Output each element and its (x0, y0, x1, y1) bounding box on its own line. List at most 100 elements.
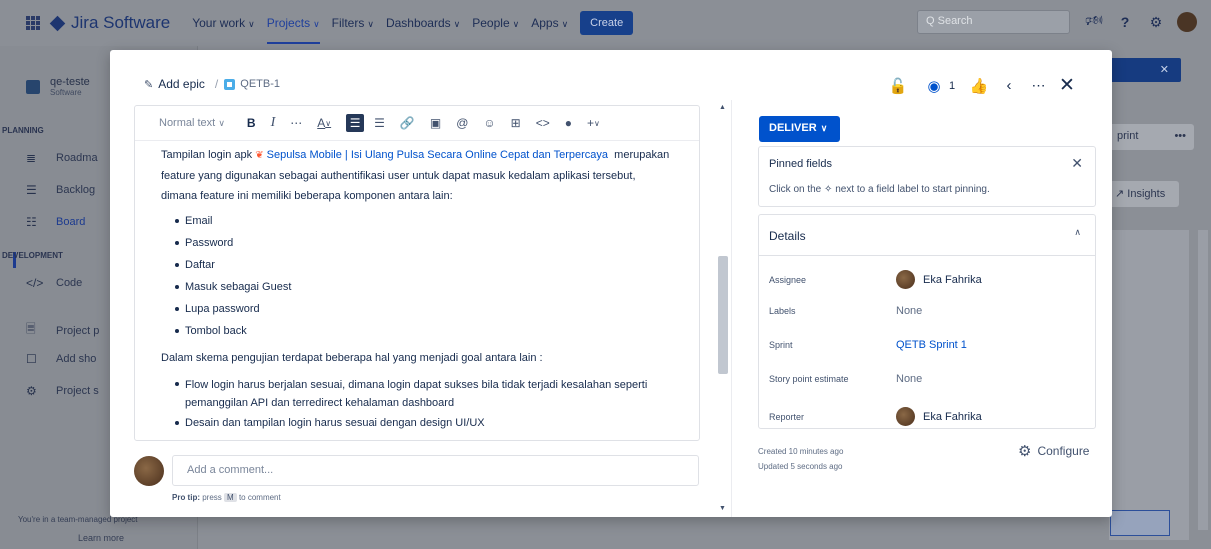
pinned-fields-message: Click on the ✧ next to a field label to … (769, 184, 990, 195)
list-item: Flow login harus berjalan sesuai, dimana… (175, 374, 673, 412)
editor-toolbar: Normal text ∨ B I ⋯ A ∨ ☰ ☰ 🔗 ▣ @ ☺ ⊞ <> … (135, 106, 699, 141)
gear-icon: ⚙ (1018, 443, 1032, 460)
keyboard-key: M (224, 493, 237, 502)
nav-dashboards[interactable]: Dashboards ∨ (386, 16, 460, 30)
close-pinned-icon[interactable]: ✕ (1071, 155, 1083, 172)
sidebar-item-board[interactable]: ☷ Board (26, 215, 85, 229)
mention-icon[interactable]: @ (456, 116, 468, 130)
background-banner: ✕ (1104, 58, 1181, 82)
close-icon[interactable]: ✕ (1057, 74, 1077, 97)
app-switcher-icon[interactable] (26, 16, 40, 30)
text-style-dropdown[interactable]: Normal text ∨ (159, 117, 225, 129)
editor-scrollbar-thumb[interactable] (718, 256, 728, 374)
scroll-down-arrow-icon[interactable]: ▼ (719, 505, 726, 512)
board-icon: ☷ (26, 215, 37, 229)
code-icon: </> (26, 276, 44, 290)
sidebar-item-project-settings[interactable]: ⚙ Project s (26, 384, 99, 398)
sidebar-item-backlog[interactable]: ☰ Backlog (26, 183, 95, 197)
profile-avatar[interactable] (1177, 12, 1197, 32)
nav-people[interactable]: People ∨ (472, 16, 519, 30)
lock-icon[interactable]: 🔓 (888, 77, 908, 95)
info-panel-icon[interactable]: ● (565, 116, 572, 130)
smart-link[interactable]: ❦ Sepulsa Mobile | Isi Ulang Pulsa Secar… (255, 149, 608, 161)
board-minimap[interactable] (1110, 510, 1170, 536)
nav-filters[interactable]: Filters ∨ (332, 16, 374, 30)
page-icon: 🗏 (26, 322, 36, 336)
nav-your-work[interactable]: Your work ∨ (192, 16, 255, 30)
text-color-button[interactable]: A ∨ (317, 116, 331, 130)
board-column (1109, 230, 1189, 540)
share-icon[interactable]: ‹ (999, 77, 1019, 94)
panel-divider (731, 100, 732, 517)
list-item: Password (175, 232, 673, 254)
project-type: Software (50, 88, 82, 97)
project-header[interactable]: qe-teste Software (26, 76, 90, 97)
jira-logo[interactable]: Jira Software (49, 13, 170, 33)
more-formatting-button[interactable]: ⋯ (290, 116, 302, 130)
pin-icon: ✧ (824, 184, 833, 195)
backlog-icon: ☰ (26, 183, 37, 197)
numbered-list-button[interactable]: ☰ (374, 116, 385, 130)
sidebar-item-add-shortcut[interactable]: ☐ Add sho (26, 352, 96, 366)
scroll-up-arrow-icon[interactable]: ▲ (719, 104, 726, 111)
created-timestamp: Created 10 minutes ago (758, 447, 844, 456)
nav-projects[interactable]: Projects ∨ (266, 16, 320, 44)
more-icon[interactable]: ••• (1174, 130, 1186, 144)
insights-icon: ↗ (1115, 188, 1125, 200)
image-icon[interactable]: ▣ (430, 116, 441, 130)
field-reporter: Reporter Eka Fahrika (769, 407, 982, 426)
emoji-icon[interactable]: ☺ (483, 116, 495, 130)
goals-list: Flow login harus berjalan sesuai, dimana… (175, 374, 673, 434)
comment-avatar (134, 456, 164, 486)
more-actions-icon[interactable]: ⋯ (1027, 77, 1051, 94)
sepulsa-favicon-icon: ❦ (255, 150, 264, 161)
list-item: Tombol back (175, 320, 673, 342)
list-item: Email (175, 210, 673, 232)
pro-tip: Pro tip: press M to comment (172, 493, 281, 502)
insert-more-icon[interactable]: + ∨ (587, 116, 600, 130)
details-title[interactable]: Details (769, 229, 806, 243)
thumbs-up-icon[interactable]: 👍 (969, 77, 989, 95)
notifications-icon[interactable]: 🕬 (1084, 12, 1104, 32)
reporter-avatar (896, 407, 915, 426)
development-section-label: DEVELOPMENT (2, 251, 63, 260)
description-content[interactable]: Tampilan login apk ❦ Sepulsa Mobile | Is… (135, 141, 699, 434)
bullet-list-button[interactable]: ☰ (346, 114, 365, 132)
components-list: Email Password Daftar Masuk sebagai Gues… (175, 210, 673, 342)
field-labels: Labels None (769, 305, 923, 317)
create-button[interactable]: Create (580, 11, 634, 35)
pencil-icon: ✎ (144, 78, 154, 91)
banner-close-icon[interactable]: ✕ (1160, 64, 1169, 76)
nav-apps[interactable]: Apps ∨ (531, 16, 568, 30)
project-name: qe-teste (50, 76, 90, 88)
learn-more-link[interactable]: Learn more (78, 533, 124, 543)
issue-key-link[interactable]: QETB-1 (240, 78, 280, 90)
help-icon[interactable]: ? (1115, 12, 1135, 32)
description-editor[interactable]: Normal text ∨ B I ⋯ A ∨ ☰ ☰ 🔗 ▣ @ ☺ ⊞ <> … (134, 105, 700, 441)
field-assignee: Assignee Eka Fahrika (769, 270, 982, 289)
comment-input[interactable]: Add a comment... (172, 455, 699, 486)
code-snippet-icon[interactable]: <> (536, 116, 550, 130)
watch-eye-icon[interactable]: ◉ (924, 77, 944, 95)
list-item: Daftar (175, 254, 673, 276)
search-input[interactable]: Q Search (917, 10, 1070, 34)
settings-gear-icon[interactable]: ⚙ (1146, 12, 1166, 32)
add-epic-link[interactable]: Add epic (158, 77, 205, 91)
goal-intro-paragraph: Dalam skema pengujian terdapat beberapa … (161, 352, 543, 364)
list-item: Masuk sebagai Guest (175, 276, 673, 298)
italic-button[interactable]: I (271, 115, 276, 131)
status-dropdown-button[interactable]: DELIVER ∨ (759, 116, 840, 142)
insights-button[interactable]: ↗ Insights (1109, 181, 1179, 207)
table-icon[interactable]: ⊞ (511, 116, 521, 130)
chevron-up-icon[interactable]: ∧ (1074, 227, 1081, 238)
sidebar-item-roadmap[interactable]: ≣ Roadma (26, 151, 98, 165)
timestamps: Created 10 minutes ago Updated 5 seconds… (758, 444, 843, 474)
sidebar-item-code[interactable]: </> Code (26, 276, 82, 290)
board-scrollbar[interactable] (1198, 230, 1208, 530)
sidebar-item-project-pages[interactable]: 🗏 Project p (26, 320, 99, 341)
complete-sprint-button[interactable]: print ••• (1109, 124, 1194, 150)
bold-button[interactable]: B (247, 116, 256, 130)
link-icon[interactable]: 🔗 (400, 116, 415, 130)
pinned-fields-panel: Pinned fields ✕ Click on the ✧ next to a… (758, 146, 1096, 207)
configure-button[interactable]: ⚙ Configure (1018, 442, 1089, 460)
